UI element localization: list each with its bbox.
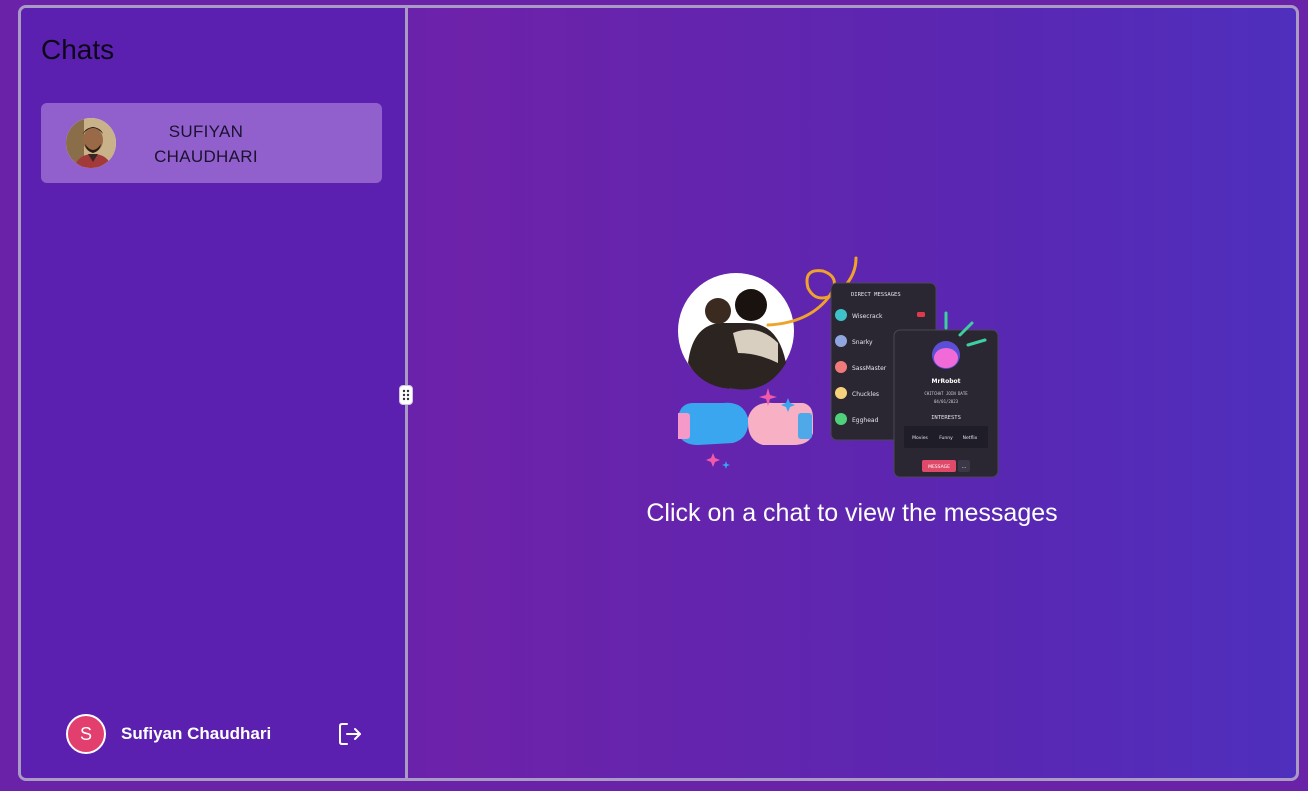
join-label: CHITCHAT JOIN DATE xyxy=(924,391,968,396)
interest-tag: Movies xyxy=(912,435,928,441)
interest-tag: Funny xyxy=(939,435,953,441)
dm-contact: Egghead xyxy=(852,417,879,424)
profile-card: MrRobot CHITCHAT JOIN DATE 04/01/2023 IN… xyxy=(893,311,999,478)
chat-avatar xyxy=(66,118,116,168)
chat-app-window: Chats SUFIYAN CHAUDHARI S Sufiyan Chaudh… xyxy=(18,5,1299,781)
fist-bump-icon xyxy=(678,388,813,469)
more-button-label: ... xyxy=(962,464,967,470)
current-user-bar: S Sufiyan Chaudhari xyxy=(66,714,366,754)
chat-contact-name: SUFIYAN CHAUDHARI xyxy=(154,122,258,166)
user-avatar[interactable]: S xyxy=(66,714,106,754)
empty-state-message: Click on a chat to view the messages xyxy=(646,499,1058,527)
interests-label: INTERESTS xyxy=(931,415,961,421)
sidebar-title: Chats xyxy=(41,34,115,65)
interest-tag: Netflix xyxy=(963,435,978,441)
logout-button[interactable] xyxy=(336,720,364,748)
dm-contact: Snarky xyxy=(852,339,873,346)
person-avatar-icon xyxy=(66,118,116,168)
sidebar: Chats SUFIYAN CHAUDHARI S Sufiyan Chaudh… xyxy=(21,8,405,778)
chat-illustration: DIRECT MESSAGES Wisecrack Snarky SassMas… xyxy=(678,256,999,478)
message-button-label: MESSAGE xyxy=(928,464,950,470)
friends-photo xyxy=(678,273,794,390)
profile-name: MrRobot xyxy=(932,378,961,385)
main-panel: DIRECT MESSAGES Wisecrack Snarky SassMas… xyxy=(408,8,1296,778)
join-date: 04/01/2023 xyxy=(934,399,959,404)
user-name: Sufiyan Chaudhari xyxy=(121,724,272,743)
chat-list-item[interactable]: SUFIYAN CHAUDHARI xyxy=(41,103,382,183)
logout-icon xyxy=(339,723,361,745)
dm-contact: Chuckles xyxy=(852,391,879,398)
dm-contact: Wisecrack xyxy=(852,313,883,320)
dm-contact: SassMaster xyxy=(852,365,887,372)
dm-panel-title: DIRECT MESSAGES xyxy=(851,292,901,298)
